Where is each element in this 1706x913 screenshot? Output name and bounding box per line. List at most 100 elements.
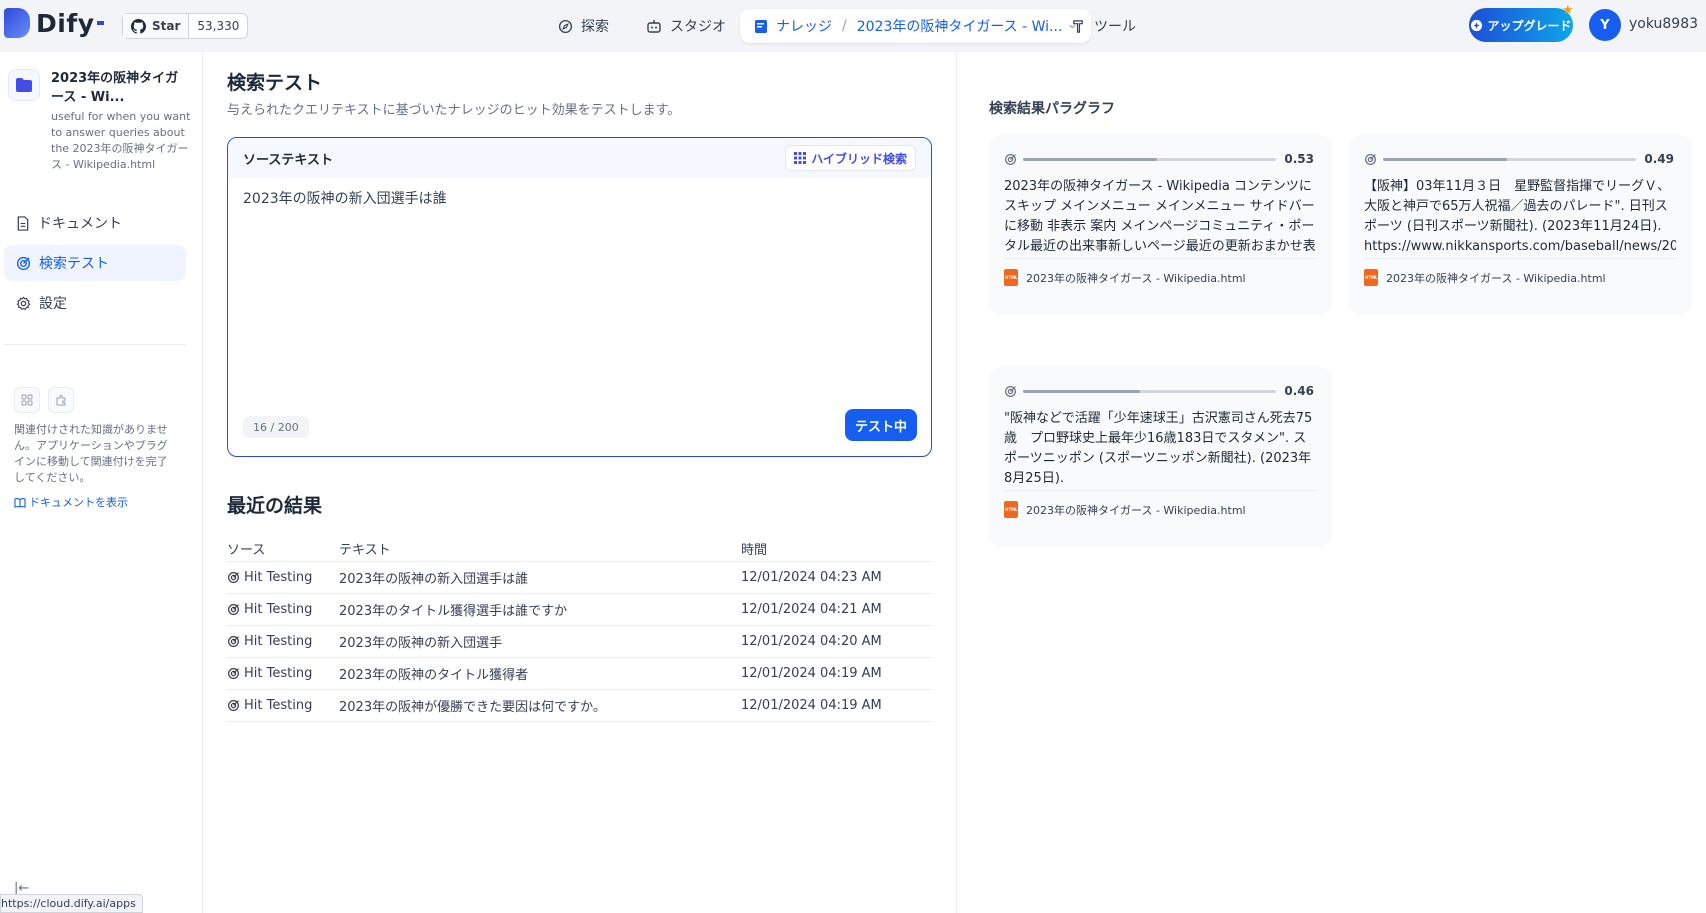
result-text: "阪神などで活躍「少年速球王」古沢憲司さん死去75歳 プロ野球史上最年少16歳1…: [1004, 411, 1313, 486]
nav-knowledge-current[interactable]: 2023年の阪神タイガース - Wi...: [857, 16, 1063, 36]
table-header: ソース テキスト 時間: [227, 536, 932, 562]
score-bar: [1383, 157, 1637, 161]
results-title: 検索結果パラグラフ: [989, 101, 1115, 117]
nav-knowledge-label: ナレッジ: [776, 19, 832, 35]
col-source: ソース: [227, 543, 266, 558]
recent-results-table: ソース テキスト 時間 Hit Testing 2023年の阪神の新入団選手は誰…: [227, 536, 932, 722]
avatar[interactable]: Y: [1589, 9, 1621, 41]
score-value: 0.49: [1644, 152, 1674, 166]
book-icon: [755, 19, 767, 33]
github-star-label: Star: [152, 19, 181, 33]
score-value: 0.53: [1284, 152, 1314, 166]
target-icon: [228, 700, 239, 711]
score-bar-fill: [1023, 389, 1140, 393]
col-time: 時間: [741, 543, 768, 558]
compass-icon: [558, 19, 573, 33]
score-row: 0.53: [1004, 152, 1314, 166]
target-icon: [228, 636, 239, 647]
app-grid-icon: [14, 387, 40, 413]
breadcrumb-separator: /: [842, 18, 847, 34]
row-text: 2023年の阪神の新入団選手: [339, 636, 503, 651]
row-source-label: Hit Testing: [244, 634, 313, 649]
html-file-icon: [1364, 269, 1378, 286]
query-box-header: ソーステキスト ハイブリッド検索: [228, 138, 931, 178]
target-icon: [228, 604, 239, 615]
row-source: Hit Testing: [227, 570, 339, 585]
nav-tools[interactable]: ツール: [1071, 9, 1136, 43]
status-url: https://cloud.dify.ai/apps: [0, 894, 143, 913]
results-panel: 検索結果パラグラフ 0.53 2023年の阪神タイガース - Wikipedia…: [956, 52, 1706, 913]
page-subtitle: 与えられたクエリテキストに基づいたナレッジのヒット効果をテストします。: [227, 103, 681, 118]
result-file-name: 2023年の阪神タイガース - Wikipedia.html: [1026, 503, 1246, 517]
table-row[interactable]: Hit Testing 2023年の阪神の新入団選手 12/01/2024 04…: [227, 626, 932, 658]
row-source-label: Hit Testing: [244, 698, 313, 713]
sidebar-item-hit-testing[interactable]: 検索テスト: [4, 245, 186, 281]
sidebar-item-label: 設定: [39, 296, 67, 312]
result-card[interactable]: 0.49 【阪神】03年11月３日 星野監督指揮でリーグＶ、大阪と神戸で65万人…: [1349, 135, 1692, 315]
related-icons: [14, 387, 82, 413]
row-source: Hit Testing: [227, 634, 339, 649]
retrieval-method-button[interactable]: ハイブリッド検索: [785, 145, 916, 171]
recent-results-title: 最近の結果: [227, 495, 323, 517]
result-text: 【阪神】03年11月３日 星野監督指揮でリーグＶ、大阪と神戸で65万人祝福／過去…: [1364, 179, 1676, 254]
result-file-name: 2023年の阪神タイガース - Wikipedia.html: [1026, 271, 1246, 285]
char-counter-slash: /: [267, 420, 278, 434]
result-card[interactable]: 0.46 "阪神などで活躍「少年速球王」古沢憲司さん死去75歳 プロ野球史上最年…: [989, 367, 1332, 547]
upgrade-button[interactable]: アップグレード: [1469, 8, 1573, 42]
row-text: 2023年のタイトル獲得選手は誰ですか: [339, 604, 568, 619]
document-icon: [17, 215, 29, 231]
sidebar-divider: [4, 344, 186, 345]
nav-studio-label: スタジオ: [670, 19, 726, 35]
logo-text: Dify: [36, 8, 95, 38]
query-textarea[interactable]: 2023年の阪神の新入団選手は誰: [243, 188, 447, 208]
sidebar-item-settings[interactable]: 設定: [4, 285, 186, 321]
book-open-icon: [14, 497, 26, 508]
row-time: 12/01/2024 04:19 AM: [741, 698, 882, 713]
page-title: 検索テスト: [227, 72, 323, 94]
dify-logo-mark: [4, 8, 30, 38]
result-source: 2023年の阪神タイガース - Wikipedia.html: [1004, 258, 1316, 286]
score-bar-fill: [1383, 157, 1508, 161]
char-counter: 16 / 200: [243, 416, 309, 438]
row-time: 12/01/2024 04:20 AM: [741, 634, 882, 649]
target-icon: [1365, 153, 1376, 165]
table-row[interactable]: Hit Testing 2023年の阪神の新入団選手は誰 12/01/2024 …: [227, 562, 932, 594]
result-source: 2023年の阪神タイガース - Wikipedia.html: [1364, 258, 1676, 286]
view-docs-link[interactable]: ドキュメントを表示: [14, 494, 128, 510]
score-bar: [1023, 157, 1277, 161]
score-row: 0.49: [1364, 152, 1674, 166]
target-icon: [228, 572, 239, 583]
score-row: 0.46: [1004, 384, 1314, 398]
nav-explore-label: 探索: [581, 19, 609, 35]
table-row[interactable]: Hit Testing 2023年の阪神が優勝できた要因は何ですか。 12/01…: [227, 690, 932, 722]
target-icon: [228, 668, 239, 679]
char-count: 16: [253, 420, 267, 434]
nav-explore[interactable]: 探索: [558, 9, 609, 43]
robot-icon: [647, 19, 661, 33]
nav-knowledge[interactable]: ナレッジ / 2023年の阪神タイガース - Wi...: [740, 9, 1092, 43]
kb-title: 2023年の阪神タイガース - Wi...: [51, 71, 179, 105]
score-bar-fill: [1023, 157, 1158, 161]
row-source-label: Hit Testing: [244, 666, 313, 681]
dify-logo[interactable]: Dify: [4, 8, 104, 38]
result-card[interactable]: 0.53 2023年の阪神タイガース - Wikipedia コンテンツにスキッ…: [989, 135, 1332, 315]
target-icon: [16, 256, 31, 270]
table-row[interactable]: Hit Testing 2023年のタイトル獲得選手は誰ですか 12/01/20…: [227, 594, 932, 626]
nav-studio[interactable]: スタジオ: [646, 9, 726, 43]
test-button[interactable]: テスト中: [845, 409, 917, 441]
char-limit: 200: [277, 420, 299, 434]
sidebar-item-documents[interactable]: ドキュメント: [4, 205, 186, 241]
upgrade-label: アップグレード: [1487, 18, 1572, 33]
row-text: 2023年の阪神の新入団選手は誰: [339, 572, 529, 587]
username[interactable]: yoku8983: [1629, 16, 1698, 32]
sidebar-item-label: 検索テスト: [39, 256, 109, 272]
github-star-button[interactable]: Star 53,330: [122, 13, 249, 39]
github-icon: [131, 18, 146, 34]
kb-description: useful for when you want to answer queri…: [51, 110, 191, 171]
row-text: 2023年の阪神が優勝できた要因は何ですか。: [339, 700, 606, 715]
table-row[interactable]: Hit Testing 2023年の阪神のタイトル獲得者 12/01/2024 …: [227, 658, 932, 690]
folder-icon: [8, 69, 40, 101]
html-file-icon: [1004, 269, 1018, 286]
gear-icon: [16, 296, 31, 310]
grid-icon: [794, 152, 807, 164]
